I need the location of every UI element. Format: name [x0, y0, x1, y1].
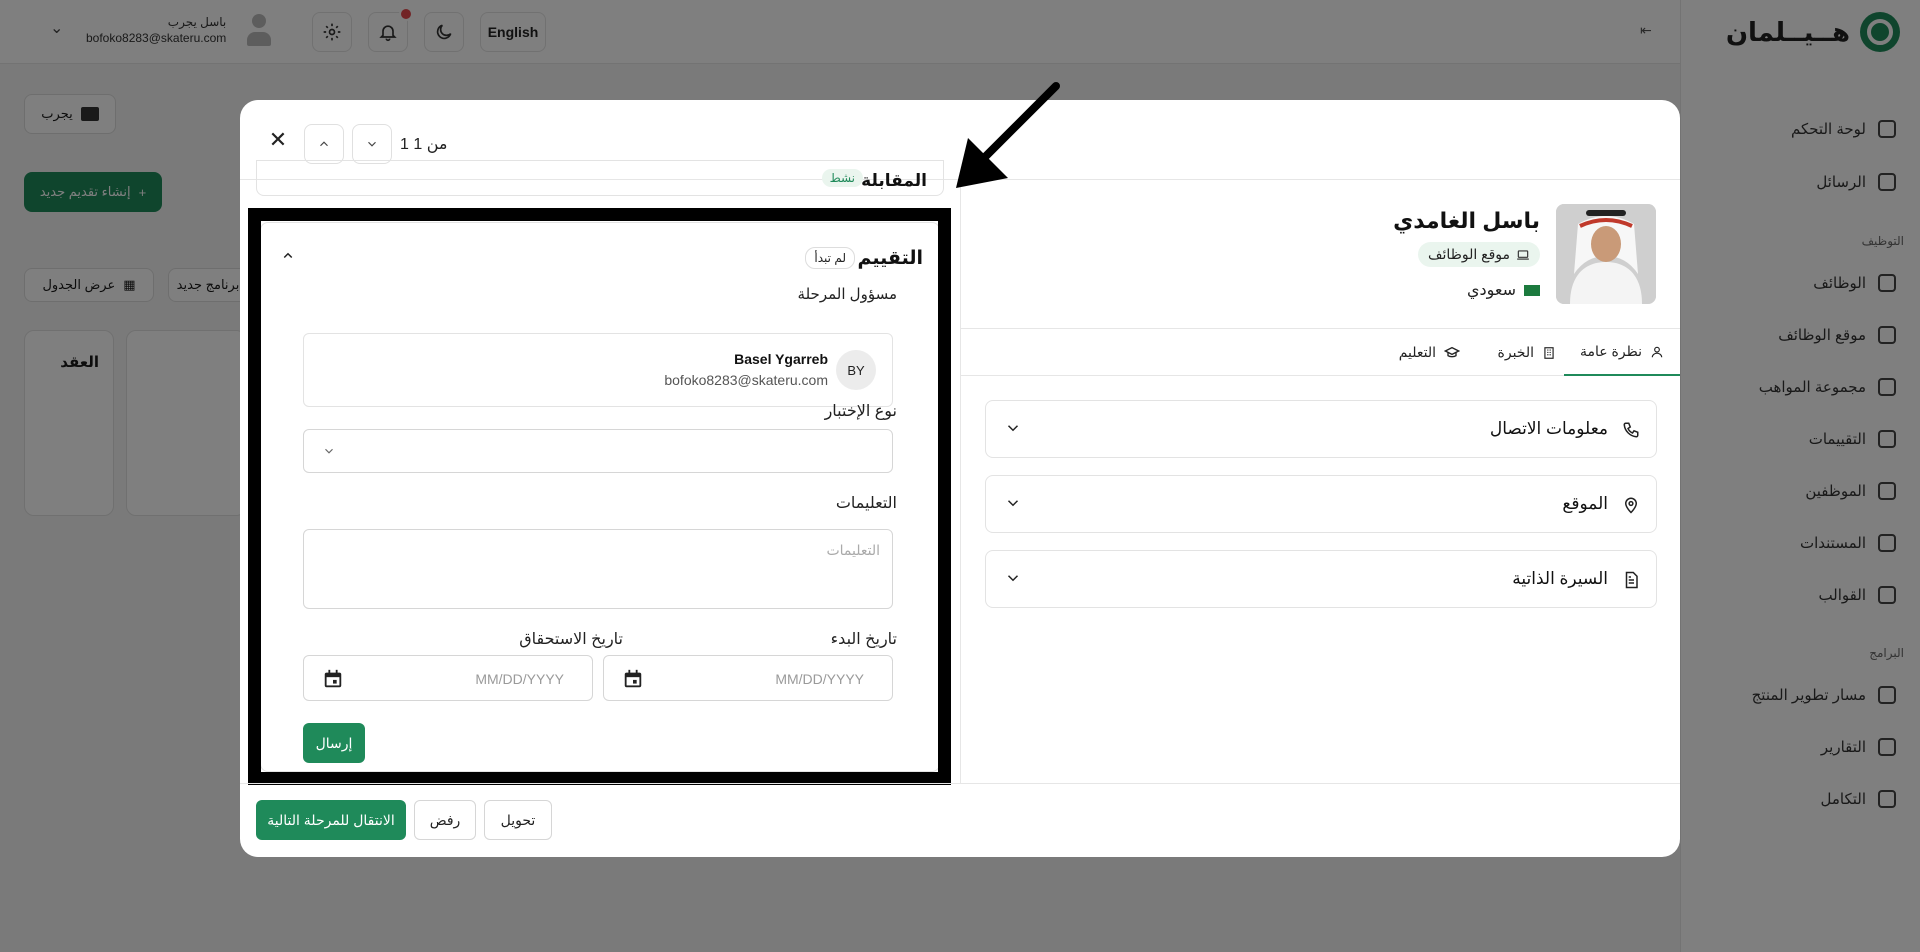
file-text-icon [1625, 571, 1638, 589]
saudi-flag-icon [1524, 284, 1540, 296]
phone-icon [1623, 422, 1639, 438]
candidate-source-badge: موقع الوظائف [1418, 242, 1540, 267]
transfer-button[interactable]: تحويل [484, 800, 552, 840]
tab-overview[interactable]: نظرة عامة [1564, 329, 1680, 376]
location-section[interactable]: الموقع [985, 475, 1657, 533]
contact-info-section[interactable]: معلومات الاتصال [985, 400, 1657, 458]
profile-tabs: نظرة عامة الخبرة التعليم [961, 328, 1680, 376]
close-icon: ✕ [268, 127, 288, 152]
next-candidate-button[interactable] [352, 124, 392, 164]
building-icon [1544, 346, 1554, 359]
annotation-arrow-icon [956, 82, 1060, 188]
chevron-down-icon [1007, 575, 1019, 582]
close-button[interactable]: ✕ [262, 124, 294, 156]
laptop-icon [1517, 249, 1529, 260]
graduation-cap-icon [1444, 346, 1460, 357]
candidate-modal: ✕ 1 من 1 المقابلة نشط التقييم لم تبدأ مس… [240, 100, 1680, 857]
chevron-down-icon [1007, 425, 1019, 432]
chevron-down-icon [368, 141, 376, 147]
pager: 1 من 1 [400, 136, 448, 153]
resume-section[interactable]: السيرة الذاتية [985, 550, 1657, 608]
reject-button[interactable]: رفض [414, 800, 476, 840]
candidate-photo [1556, 204, 1656, 304]
next-stage-button[interactable]: الانتقال للمرحلة التالية [256, 800, 406, 840]
modal-footer: الانتقال للمرحلة التالية رفض تحويل [240, 783, 1680, 857]
candidate-nationality: سعودي [1467, 280, 1540, 300]
interview-stage-title: المقابلة [861, 171, 927, 190]
chevron-down-icon [1007, 500, 1019, 507]
candidate-name: باسل الغامدي [1393, 208, 1540, 233]
candidate-portrait-icon [1556, 204, 1656, 304]
modal-body: المقابلة نشط التقييم لم تبدأ مسؤول المرح… [240, 160, 1680, 785]
chevron-up-icon [320, 141, 328, 147]
interview-stage-card[interactable]: المقابلة نشط [256, 160, 944, 196]
tab-education[interactable]: التعليم [1383, 329, 1476, 376]
candidate-profile-pane: باسل الغامدي موقع الوظائف سعودي نظرة عام… [960, 180, 1680, 783]
previous-candidate-button[interactable] [304, 124, 344, 164]
pipeline-pane: المقابلة نشط التقييم لم تبدأ مسؤول المرح… [240, 160, 960, 785]
highlight-frame [248, 208, 951, 785]
tab-experience[interactable]: الخبرة [1482, 329, 1572, 376]
user-icon [1651, 346, 1663, 357]
interview-status-badge: نشط [821, 169, 863, 187]
map-pin-icon [1624, 497, 1638, 514]
